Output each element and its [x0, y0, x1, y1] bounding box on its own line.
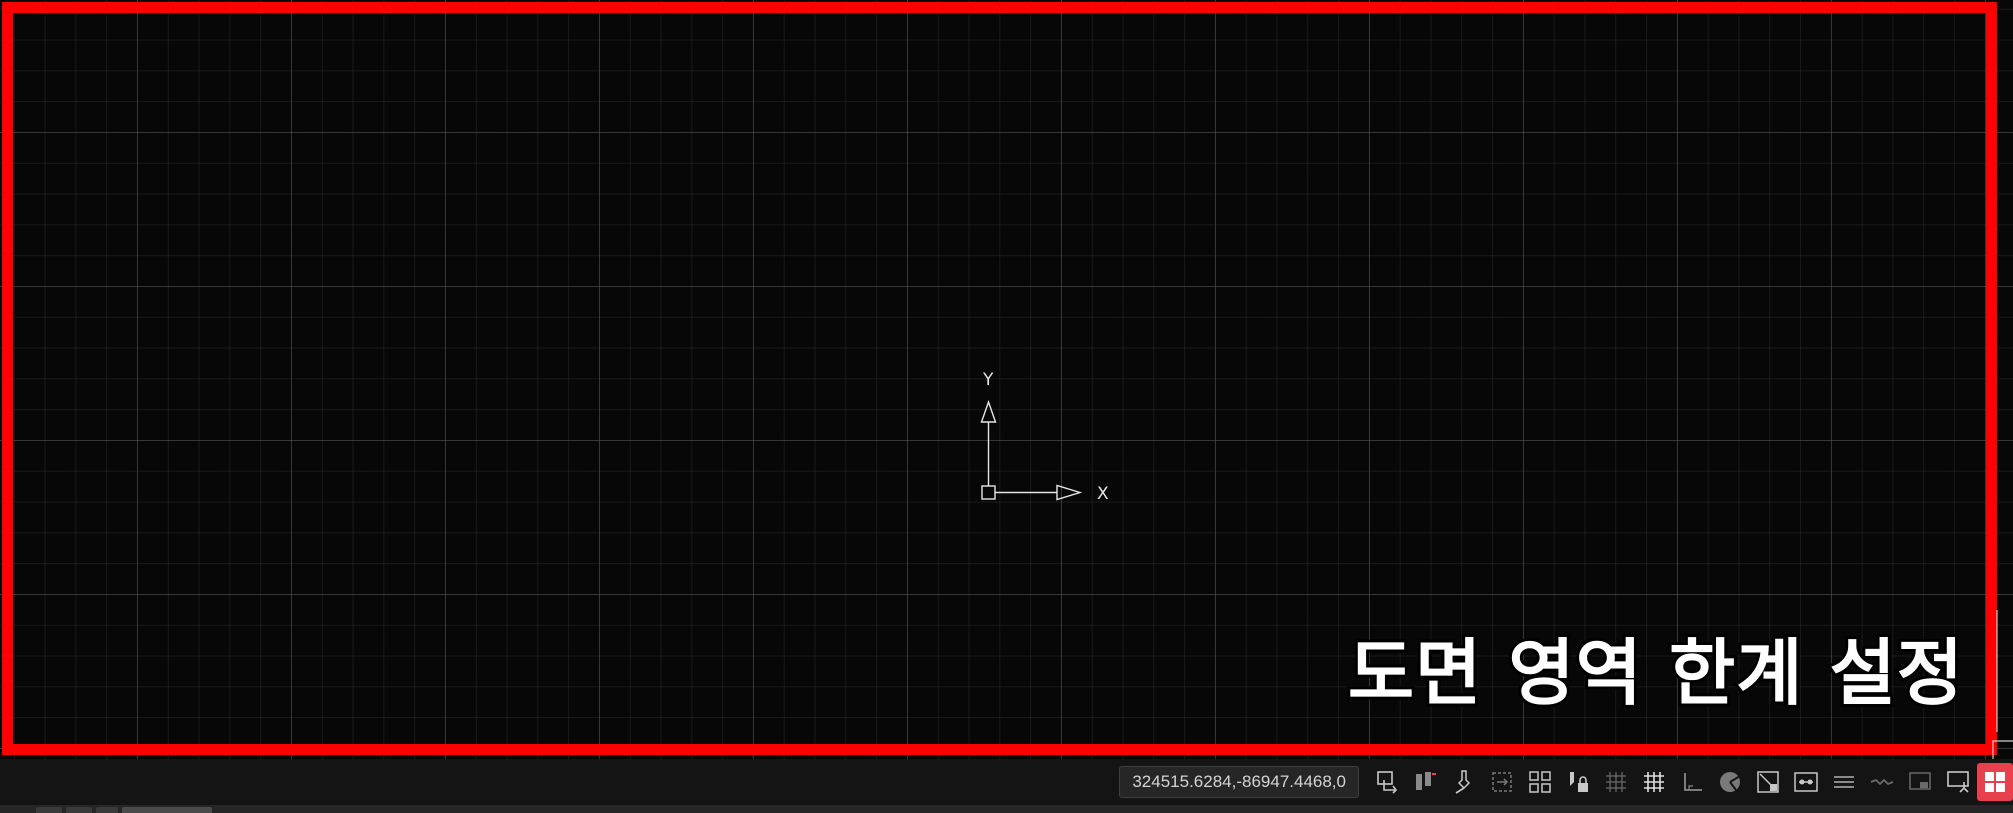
viewport-corner-marker	[1992, 610, 2013, 760]
model-space-button[interactable]	[1369, 763, 1407, 801]
selection-cycling-icon	[1909, 772, 1931, 790]
transparency-button[interactable]	[1863, 763, 1901, 801]
grid-display-icon	[1416, 772, 1436, 790]
ortho-mode-icon	[1684, 773, 1702, 791]
grid-snap-icon	[1606, 772, 1626, 792]
ortho-mode-button[interactable]	[1673, 763, 1711, 801]
transparency-icon	[1870, 778, 1894, 786]
polar-tracking-button[interactable]	[1711, 763, 1749, 801]
isometric-drafting-button[interactable]	[1749, 763, 1787, 801]
ortho-lock-icon	[1570, 772, 1588, 792]
layout-tab[interactable]	[36, 807, 62, 813]
layout-tab[interactable]	[66, 807, 92, 813]
polar-tracking-icon	[1720, 772, 1741, 792]
snap-mode-icon	[1455, 770, 1471, 794]
grid-display-button[interactable]	[1407, 763, 1445, 801]
snap-mode-button[interactable]	[1445, 763, 1483, 801]
infer-constraints-button[interactable]	[1483, 763, 1521, 801]
model-space-icon	[1377, 771, 1398, 794]
lineweight-button[interactable]	[1825, 763, 1863, 801]
layout-tab-strip	[0, 805, 2013, 813]
dynamic-input-button[interactable]	[1521, 763, 1559, 801]
grid-button[interactable]	[1635, 763, 1673, 801]
grid-icon	[1644, 772, 1664, 792]
ortho-lock-button[interactable]	[1559, 763, 1597, 801]
status-bar: 324515.6284,-86947.4468,0	[0, 759, 2013, 805]
infer-constraints-icon	[1492, 772, 1512, 792]
annotation-monitor-button[interactable]	[1939, 763, 1977, 801]
dynamic-input-icon	[1529, 771, 1551, 793]
isometric-drafting-icon	[1757, 771, 1779, 793]
grid-snap-button[interactable]	[1597, 763, 1635, 801]
overlay-caption: 도면 영역 한계 설정	[1345, 631, 1966, 715]
lineweight-icon	[1834, 776, 1854, 788]
object-snap-tracking-icon	[1794, 772, 1818, 792]
selection-cycling-button[interactable]	[1901, 763, 1939, 801]
status-tools	[1369, 759, 2013, 805]
layout-tab[interactable]	[96, 807, 118, 813]
annotation-monitor-icon	[1947, 771, 1969, 793]
layout-tab-model[interactable]	[122, 807, 212, 813]
object-snap-tracking-button[interactable]	[1787, 763, 1825, 801]
customize-button[interactable]	[1977, 763, 2013, 801]
customize-icon	[1985, 772, 2005, 792]
coordinate-readout[interactable]: 324515.6284,-86947.4468,0	[1119, 766, 1359, 798]
